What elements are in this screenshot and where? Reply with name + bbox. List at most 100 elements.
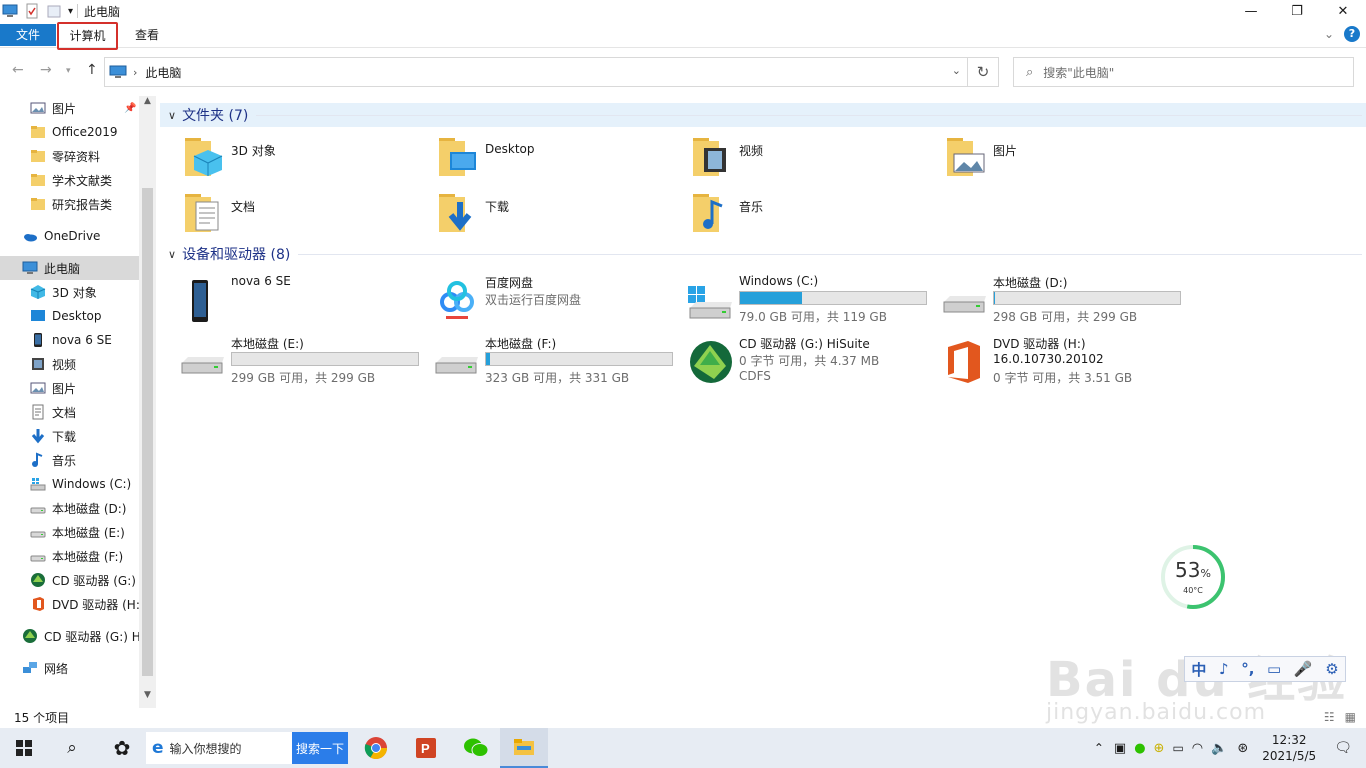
nav-item-20[interactable]: DVD 驱动器 (H:: [0, 592, 139, 616]
ime-button[interactable]: ⚙: [1325, 660, 1338, 678]
folder-tile[interactable]: 视频: [668, 132, 918, 184]
folder-tile[interactable]: 3D 对象: [160, 132, 410, 184]
nav-scrollbar[interactable]: ▲ ▼: [139, 96, 156, 708]
drive-tile[interactable]: 百度网盘 双击运行百度网盘: [414, 272, 664, 330]
nav-item-16[interactable]: 本地磁盘 (D:): [0, 496, 139, 520]
nav-item-7[interactable]: 3D 对象: [0, 280, 139, 304]
tab-view[interactable]: 查看: [125, 24, 169, 46]
properties-icon[interactable]: [24, 3, 40, 19]
scroll-thumb[interactable]: [142, 188, 153, 676]
battery-icon[interactable]: ▭: [1172, 741, 1183, 755]
group-divider: [256, 114, 1362, 116]
ime-button[interactable]: 🎤: [1294, 660, 1313, 678]
ime-button[interactable]: °,: [1241, 660, 1254, 678]
folder-tile[interactable]: 下载: [414, 188, 664, 240]
search-input[interactable]: ⌕ 搜索"此电脑": [1013, 57, 1354, 87]
folder-tile[interactable]: 音乐: [668, 188, 918, 240]
ime-tray-icon[interactable]: ⊛: [1237, 741, 1248, 756]
file-explorer-icon[interactable]: [500, 728, 548, 768]
drive-tile[interactable]: DVD 驱动器 (H:) 16.0.10730.20102 0 字节 可用，共 3.…: [922, 333, 1172, 391]
nav-item-9[interactable]: nova 6 SE: [0, 328, 139, 352]
details-view-icon[interactable]: ☷: [1324, 710, 1335, 724]
nav-item-2[interactable]: 零碎资料: [0, 144, 139, 168]
close-button[interactable]: ✕: [1320, 0, 1366, 22]
refresh-button[interactable]: ↻: [968, 57, 999, 87]
breadcrumb-chevron-icon[interactable]: ›: [133, 66, 137, 79]
nav-item-10[interactable]: 视频: [0, 352, 139, 376]
new-folder-icon[interactable]: [46, 3, 62, 19]
wechat-icon[interactable]: [452, 728, 500, 768]
powerpoint-icon[interactable]: P: [402, 728, 450, 768]
collapse-chevron-icon[interactable]: ∨: [168, 109, 176, 122]
help-icon[interactable]: ?: [1344, 26, 1360, 42]
nav-item-0[interactable]: 图片 📌: [0, 96, 139, 120]
nav-item-15[interactable]: Windows (C:): [0, 472, 139, 496]
nav-item-5[interactable]: OneDrive: [0, 224, 139, 248]
drive-tile[interactable]: 本地磁盘 (F:) 323 GB 可用，共 331 GB: [414, 333, 673, 391]
tray-app-icon[interactable]: ⊕: [1154, 741, 1165, 756]
tray-app-icon[interactable]: ▣: [1114, 741, 1126, 756]
task-view-icon[interactable]: ✿: [98, 728, 146, 768]
nav-item-13[interactable]: 下载: [0, 424, 139, 448]
cpu-usage-widget[interactable]: 53% 40°C: [1160, 544, 1226, 610]
notification-icon[interactable]: 🗨: [1334, 740, 1352, 756]
volume-icon[interactable]: 🔈: [1211, 741, 1227, 756]
back-arrow-icon[interactable]: ←: [12, 62, 24, 78]
nav-item-14[interactable]: 音乐: [0, 448, 139, 472]
chrome-icon[interactable]: [352, 728, 400, 768]
folder-tile[interactable]: 文档: [160, 188, 410, 240]
taskbar-search-button[interactable]: 搜索一下: [292, 732, 348, 764]
wechat-tray-icon[interactable]: ●: [1134, 741, 1145, 756]
nav-item-12[interactable]: 文档: [0, 400, 139, 424]
drive-tile[interactable]: 本地磁盘 (E:) 299 GB 可用，共 299 GB: [160, 333, 419, 391]
show-hidden-icons-icon[interactable]: ⌃: [1094, 741, 1104, 755]
address-dropdown-icon[interactable]: ⌄: [952, 64, 961, 77]
scroll-up-icon[interactable]: ▲: [139, 96, 156, 106]
forward-arrow-icon[interactable]: →: [40, 62, 52, 78]
nav-item-6[interactable]: 此电脑: [0, 256, 139, 280]
collapse-chevron-icon[interactable]: ∨: [168, 248, 176, 261]
start-button[interactable]: [0, 728, 48, 768]
tab-file[interactable]: 文件: [0, 24, 56, 46]
large-icons-view-icon[interactable]: ▦: [1345, 710, 1356, 724]
group-header-devices[interactable]: ∨ 设备和驱动器 (8): [160, 242, 1366, 266]
nav-item-3[interactable]: 学术文献类: [0, 168, 139, 192]
maximize-button[interactable]: ❐: [1274, 0, 1320, 22]
nav-item-17[interactable]: 本地磁盘 (E:): [0, 520, 139, 544]
address-bar[interactable]: › 此电脑 ⌄: [104, 57, 968, 87]
drive-tile[interactable]: nova 6 SE: [160, 272, 410, 330]
group-header-folders[interactable]: ∨ 文件夹 (7): [160, 103, 1366, 127]
folder-tile[interactable]: 图片: [922, 132, 1172, 184]
nav-item-18[interactable]: 本地磁盘 (F:): [0, 544, 139, 568]
drive-tile[interactable]: Windows (C:) 79.0 GB 可用，共 119 GB: [668, 272, 927, 330]
qat-dropdown-icon[interactable]: ▾: [68, 6, 73, 17]
up-arrow-icon[interactable]: ↑: [86, 62, 98, 78]
recent-locations-icon[interactable]: ▾: [66, 66, 71, 76]
nav-item-19[interactable]: CD 驱动器 (G:): [0, 568, 139, 592]
taskbar-search-input[interactable]: e 输入你想搜的: [146, 732, 292, 764]
computer-icon[interactable]: [2, 3, 18, 19]
ime-button[interactable]: ♪: [1219, 660, 1229, 678]
ime-toolbar[interactable]: 中 ♪ °, ▭ 🎤 ⚙: [1184, 656, 1346, 682]
nav-item-8[interactable]: Desktop: [0, 304, 139, 328]
folder-tile[interactable]: Desktop: [414, 132, 664, 184]
nav-item-1[interactable]: Office2019: [0, 120, 139, 144]
scroll-down-icon[interactable]: ▼: [139, 690, 156, 700]
minimize-button[interactable]: —: [1228, 0, 1274, 22]
nav-item-22[interactable]: 网络: [0, 656, 139, 680]
nav-item-4[interactable]: 研究报告类: [0, 192, 139, 216]
tab-computer[interactable]: 计算机: [57, 22, 118, 50]
ime-button[interactable]: 中: [1191, 659, 1206, 680]
breadcrumb-this-pc[interactable]: 此电脑: [145, 64, 181, 81]
drive-tile[interactable]: CD 驱动器 (G:) HiSuite 0 字节 可用，共 4.37 MB CDFS: [668, 333, 918, 391]
nav-item-11[interactable]: 图片: [0, 376, 139, 400]
pin-icon[interactable]: 📌: [124, 103, 136, 114]
ime-button[interactable]: ▭: [1267, 660, 1281, 678]
nav-item-label: 学术文献类: [52, 173, 113, 188]
clock[interactable]: 12:32 2021/5/5: [1254, 732, 1324, 764]
expand-ribbon-icon[interactable]: ⌄: [1324, 27, 1334, 41]
drive-tile[interactable]: 本地磁盘 (D:) 298 GB 可用，共 299 GB: [922, 272, 1181, 330]
search-icon[interactable]: ⌕: [48, 728, 96, 768]
nav-item-21[interactable]: CD 驱动器 (G:) H: [0, 624, 139, 648]
wifi-icon[interactable]: ◠: [1192, 741, 1203, 756]
